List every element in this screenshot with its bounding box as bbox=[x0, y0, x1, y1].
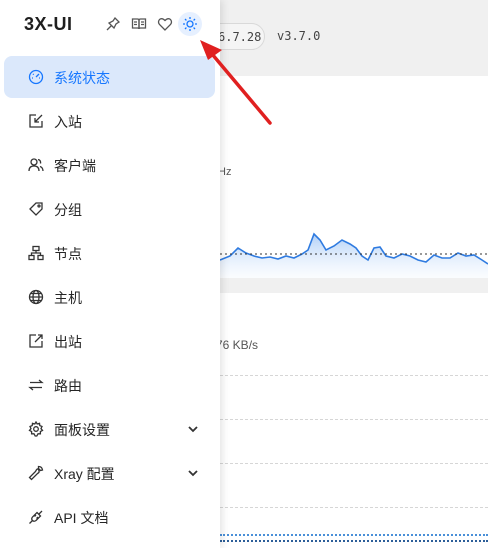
network-series-download bbox=[220, 540, 488, 542]
api-icon bbox=[28, 509, 44, 525]
sidebar-item-label: 出站 bbox=[54, 334, 82, 350]
network-series-upload bbox=[220, 534, 488, 536]
version-text: v3.7.0 bbox=[277, 29, 321, 43]
grid-line bbox=[220, 419, 488, 420]
grid-line bbox=[220, 463, 488, 464]
sidebar-item-groups[interactable]: 分组 bbox=[4, 188, 215, 230]
sidebar-item-system-status[interactable]: 系统状态 bbox=[4, 56, 215, 98]
sidebar-item-label: 客户端 bbox=[54, 158, 96, 174]
cluster-icon bbox=[28, 245, 44, 261]
sidebar-item-label: 主机 bbox=[54, 290, 82, 306]
grid-line bbox=[220, 375, 488, 376]
cpu-frequency-text: Hz bbox=[218, 166, 232, 178]
sidebar-item-label: API 文档 bbox=[54, 510, 109, 526]
sidebar-item-hosts[interactable]: 主机 bbox=[4, 276, 215, 318]
chevron-down-icon bbox=[188, 470, 198, 477]
import-icon bbox=[28, 113, 44, 129]
sidebar-item-label: 路由 bbox=[54, 378, 82, 394]
swap-icon bbox=[28, 377, 44, 393]
sun-icon[interactable] bbox=[178, 12, 202, 36]
sidebar-item-clients[interactable]: 客户端 bbox=[4, 144, 215, 186]
brand-logo: 3X-UI bbox=[24, 14, 73, 34]
sidebar-item-label: 分组 bbox=[54, 202, 82, 218]
users-icon bbox=[28, 157, 44, 173]
pin-icon[interactable] bbox=[101, 12, 125, 36]
sidebar-item-inbounds[interactable]: 入站 bbox=[4, 100, 215, 142]
book-icon[interactable] bbox=[127, 12, 151, 36]
tool-icon bbox=[28, 465, 44, 481]
sidebar-item-label: 节点 bbox=[54, 246, 82, 262]
chevron-down-icon bbox=[188, 426, 198, 433]
sidebar-item-outbounds[interactable]: 出站 bbox=[4, 320, 215, 362]
sidebar-item-panel-settings[interactable]: 面板设置 bbox=[4, 408, 215, 450]
sidebar-drawer: 3X-UI 系统状态 入站 客户端 分组 节点 主机 出站 路由 面板设置 Xr… bbox=[0, 0, 220, 548]
dashboard-icon bbox=[28, 69, 44, 85]
sidebar-item-label: Xray 配置 bbox=[54, 466, 115, 482]
sidebar-item-label: 面板设置 bbox=[54, 422, 110, 438]
sidebar-item-label: 系统状态 bbox=[54, 70, 110, 86]
network-card bbox=[190, 293, 488, 548]
sidebar-item-nodes[interactable]: 节点 bbox=[4, 232, 215, 274]
export-icon bbox=[28, 333, 44, 349]
sidebar-item-label: 入站 bbox=[54, 114, 82, 130]
tag-icon bbox=[28, 201, 44, 217]
heart-icon[interactable] bbox=[153, 12, 177, 36]
sidebar-item-xray-config[interactable]: Xray 配置 bbox=[4, 452, 215, 494]
grid-line bbox=[220, 507, 488, 508]
globe-icon bbox=[28, 289, 44, 305]
network-speed-text: 76 KB/s bbox=[216, 338, 259, 352]
sidebar-item-api-docs[interactable]: API 文档 bbox=[4, 496, 215, 538]
sidebar-item-routing[interactable]: 路由 bbox=[4, 364, 215, 406]
settings-icon bbox=[28, 421, 44, 437]
cpu-sparkline bbox=[219, 232, 488, 278]
